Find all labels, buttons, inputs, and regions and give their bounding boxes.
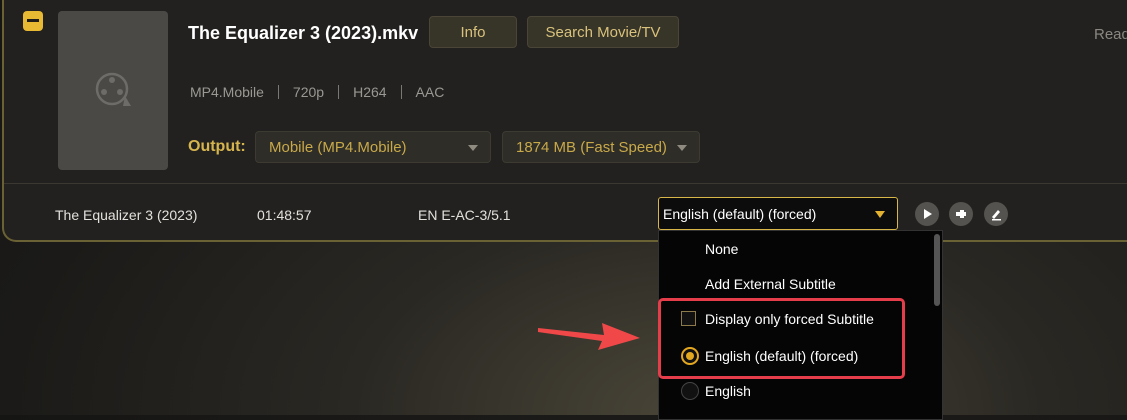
meta-separator [277, 85, 279, 99]
track-duration: 01:48:57 [257, 207, 312, 223]
meta-separator [338, 85, 340, 99]
subtitle-selected-value: English (default) (forced) [663, 206, 817, 222]
meta-audio: AAC [415, 84, 445, 100]
subtitle-dropdown: None Add External Subtitle Display only … [658, 230, 943, 420]
output-format-select[interactable]: Mobile (MP4.Mobile) [255, 131, 491, 163]
film-reel-icon [95, 72, 131, 106]
chevron-down-icon [875, 211, 885, 218]
status-text: Read [1094, 26, 1127, 43]
plug-icon [956, 210, 966, 218]
subtitle-option-english-forced[interactable]: English (default) (forced) [705, 348, 858, 364]
subtitle-option-forced-only[interactable]: Display only forced Subtitle [705, 311, 874, 327]
play-button[interactable] [915, 202, 939, 226]
subtitle-option-english[interactable]: English [705, 383, 751, 399]
video-thumbnail [58, 11, 168, 170]
output-label: Output: [188, 138, 246, 155]
forced-only-checkbox[interactable] [681, 311, 696, 326]
annotation-arrow-icon [538, 323, 640, 350]
output-size-select[interactable]: 1874 MB (Fast Speed) [502, 131, 700, 163]
output-format-value: Mobile (MP4.Mobile) [269, 139, 407, 156]
collapse-icon[interactable] [23, 11, 43, 31]
settings-button[interactable] [949, 202, 973, 226]
search-movie-tv-button[interactable]: Search Movie/TV [527, 16, 679, 48]
meta-resolution: 720p [292, 84, 325, 100]
subtitle-option-add-external[interactable]: Add External Subtitle [705, 276, 836, 292]
scrollbar[interactable] [934, 234, 940, 306]
subtitle-option-none[interactable]: None [705, 241, 738, 257]
meta-separator [400, 85, 402, 99]
media-info: MP4.Mobile 720p H264 AAC [190, 84, 444, 100]
divider [4, 183, 1127, 184]
meta-format: MP4.Mobile [190, 84, 264, 100]
edit-icon [992, 210, 1001, 221]
meta-codec: H264 [353, 84, 387, 100]
track-name: The Equalizer 3 (2023) [55, 207, 198, 223]
subtitle-select[interactable]: English (default) (forced) [658, 197, 898, 230]
output-size-value: 1874 MB (Fast Speed) [516, 139, 667, 156]
play-icon [924, 209, 932, 219]
track-audio: EN E-AC-3/5.1 [418, 207, 511, 223]
chevron-down-icon [468, 145, 478, 151]
subtitle-radio[interactable] [681, 382, 699, 400]
subtitle-radio-selected[interactable] [681, 347, 699, 365]
edit-button[interactable] [984, 202, 1008, 226]
chevron-down-icon [677, 145, 687, 151]
info-button[interactable]: Info [429, 16, 517, 48]
video-title: The Equalizer 3 (2023).mkv [188, 23, 419, 43]
